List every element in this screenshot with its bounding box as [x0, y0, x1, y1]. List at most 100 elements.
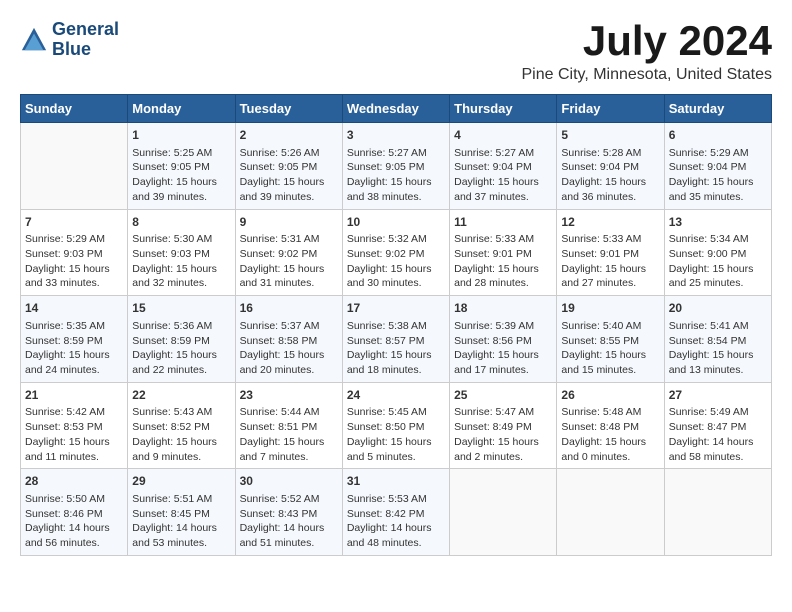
calendar-cell: 22Sunrise: 5:43 AMSunset: 8:52 PMDayligh… — [128, 382, 235, 469]
weekday-header: Friday — [557, 95, 664, 123]
calendar-cell: 29Sunrise: 5:51 AMSunset: 8:45 PMDayligh… — [128, 469, 235, 556]
calendar-cell: 8Sunrise: 5:30 AMSunset: 9:03 PMDaylight… — [128, 209, 235, 296]
day-info: Daylight: 15 hours — [454, 435, 552, 450]
day-number: 12 — [561, 214, 659, 231]
weekday-header: Sunday — [21, 95, 128, 123]
weekday-header: Saturday — [664, 95, 771, 123]
day-number: 19 — [561, 300, 659, 317]
day-number: 7 — [25, 214, 123, 231]
day-number: 5 — [561, 127, 659, 144]
calendar-body: 1 Sunrise: 5:25 AM Sunset: 9:05 PM Daylight… — [21, 123, 772, 556]
day-info: and 56 minutes. — [25, 536, 123, 551]
day-info: Sunrise: 5:49 AM — [669, 405, 767, 420]
day-info: and 5 minutes. — [347, 450, 445, 465]
day-info: Daylight: 15 hours — [132, 348, 230, 363]
day-info: Sunrise: 5:28 AM — [561, 146, 659, 161]
calendar-cell — [664, 469, 771, 556]
calendar-header: SundayMondayTuesdayWednesdayThursdayFrid… — [21, 95, 772, 123]
day-info: Sunset: 8:48 PM — [561, 420, 659, 435]
day-info: Sunset: 9:02 PM — [240, 247, 338, 262]
day-info: Daylight: 15 hours — [347, 348, 445, 363]
calendar-cell — [557, 469, 664, 556]
calendar-week-row: 7Sunrise: 5:29 AMSunset: 9:03 PMDaylight… — [21, 209, 772, 296]
calendar-week-row: 28Sunrise: 5:50 AMSunset: 8:46 PMDayligh… — [21, 469, 772, 556]
day-info: Sunrise: 5:48 AM — [561, 405, 659, 420]
calendar-cell: 25Sunrise: 5:47 AMSunset: 8:49 PMDayligh… — [450, 382, 557, 469]
day-number: 4 — [454, 127, 552, 144]
day-number: 6 — [669, 127, 767, 144]
day-info: Sunrise: 5:26 AM — [240, 146, 338, 161]
day-info: and 37 minutes. — [454, 190, 552, 205]
calendar-cell: 20Sunrise: 5:41 AMSunset: 8:54 PMDayligh… — [664, 296, 771, 383]
day-info: Sunset: 8:58 PM — [240, 334, 338, 349]
day-info: and 33 minutes. — [25, 276, 123, 291]
calendar-cell: 6Sunrise: 5:29 AMSunset: 9:04 PMDaylight… — [664, 123, 771, 210]
day-info: Sunset: 9:05 PM — [240, 160, 338, 175]
day-info: Sunset: 8:52 PM — [132, 420, 230, 435]
day-info: Sunset: 8:47 PM — [669, 420, 767, 435]
day-info: and 25 minutes. — [669, 276, 767, 291]
day-info: and 35 minutes. — [669, 190, 767, 205]
day-info: Sunrise: 5:25 AM — [132, 146, 230, 161]
day-info: Sunset: 8:53 PM — [25, 420, 123, 435]
day-info: Sunset: 8:51 PM — [240, 420, 338, 435]
day-info: Sunset: 8:55 PM — [561, 334, 659, 349]
calendar-cell: 4Sunrise: 5:27 AMSunset: 9:04 PMDaylight… — [450, 123, 557, 210]
day-info: Sunrise: 5:38 AM — [347, 319, 445, 334]
calendar-cell: 18Sunrise: 5:39 AMSunset: 8:56 PMDayligh… — [450, 296, 557, 383]
calendar-cell: 17 Sunrise: 5:38 AMSunset: 8:57 PMDayligh… — [342, 296, 449, 383]
calendar-cell: 10Sunrise: 5:32 AMSunset: 9:02 PMDayligh… — [342, 209, 449, 296]
day-info: and 13 minutes. — [669, 363, 767, 378]
day-info: and 58 minutes. — [669, 450, 767, 465]
day-info: Sunrise: 5:29 AM — [25, 232, 123, 247]
day-info: Sunrise: 5:44 AM — [240, 405, 338, 420]
day-number: 1 — [132, 127, 230, 144]
day-info: and 30 minutes. — [347, 276, 445, 291]
day-info: Sunset: 8:57 PM — [347, 334, 445, 349]
calendar-cell: 3Sunrise: 5:27 AMSunset: 9:05 PMDaylight… — [342, 123, 449, 210]
day-info: Sunrise: 5:34 AM — [669, 232, 767, 247]
day-info: Sunset: 9:01 PM — [454, 247, 552, 262]
day-info: and 9 minutes. — [132, 450, 230, 465]
day-number: 20 — [669, 300, 767, 317]
day-info: Sunrise: 5:29 AM — [669, 146, 767, 161]
day-number: 17 — [347, 300, 445, 317]
day-info: Daylight: 15 hours — [347, 175, 445, 190]
calendar-cell: 24Sunrise: 5:45 AMSunset: 8:50 PMDayligh… — [342, 382, 449, 469]
day-info: Daylight: 15 hours — [669, 262, 767, 277]
day-info: Sunset: 8:59 PM — [25, 334, 123, 349]
logo-icon — [20, 26, 48, 54]
day-info: and 36 minutes. — [561, 190, 659, 205]
day-info: and 7 minutes. — [240, 450, 338, 465]
calendar-cell: 15Sunrise: 5:36 AMSunset: 8:59 PMDayligh… — [128, 296, 235, 383]
calendar-cell: 11Sunrise: 5:33 AMSunset: 9:01 PMDayligh… — [450, 209, 557, 296]
day-info: Daylight: 15 hours — [561, 435, 659, 450]
day-info: Sunset: 8:50 PM — [347, 420, 445, 435]
day-info: Sunrise: 5:50 AM — [25, 492, 123, 507]
calendar-cell: 13Sunrise: 5:34 AMSunset: 9:00 PMDayligh… — [664, 209, 771, 296]
day-info: Sunrise: 5:33 AM — [561, 232, 659, 247]
day-info: Sunrise: 5:27 AM — [347, 146, 445, 161]
day-info: and 51 minutes. — [240, 536, 338, 551]
day-info: and 22 minutes. — [132, 363, 230, 378]
calendar-cell: 14Sunrise: 5:35 AMSunset: 8:59 PMDayligh… — [21, 296, 128, 383]
calendar-cell: 9Sunrise: 5:31 AMSunset: 9:02 PMDaylight… — [235, 209, 342, 296]
day-info: and 39 minutes. — [132, 190, 230, 205]
day-number: 14 — [25, 300, 123, 317]
day-info: Daylight: 14 hours — [25, 521, 123, 536]
day-info: Sunset: 8:42 PM — [347, 507, 445, 522]
calendar-cell: 23Sunrise: 5:44 AMSunset: 8:51 PMDayligh… — [235, 382, 342, 469]
day-number: 23 — [240, 387, 338, 404]
calendar-week-row: 1 Sunrise: 5:25 AM Sunset: 9:05 PM Daylight… — [21, 123, 772, 210]
day-info: Sunset: 9:02 PM — [347, 247, 445, 262]
calendar-cell — [21, 123, 128, 210]
day-info: Daylight: 15 hours — [25, 435, 123, 450]
day-number: 24 — [347, 387, 445, 404]
day-info: Daylight: 15 hours — [347, 262, 445, 277]
day-info: Daylight: 14 hours — [240, 521, 338, 536]
day-info: Sunrise: 5:31 AM — [240, 232, 338, 247]
day-number: 27 — [669, 387, 767, 404]
day-info: and 18 minutes. — [347, 363, 445, 378]
day-info: Daylight: 15 hours — [25, 348, 123, 363]
day-info: and 0 minutes. — [561, 450, 659, 465]
